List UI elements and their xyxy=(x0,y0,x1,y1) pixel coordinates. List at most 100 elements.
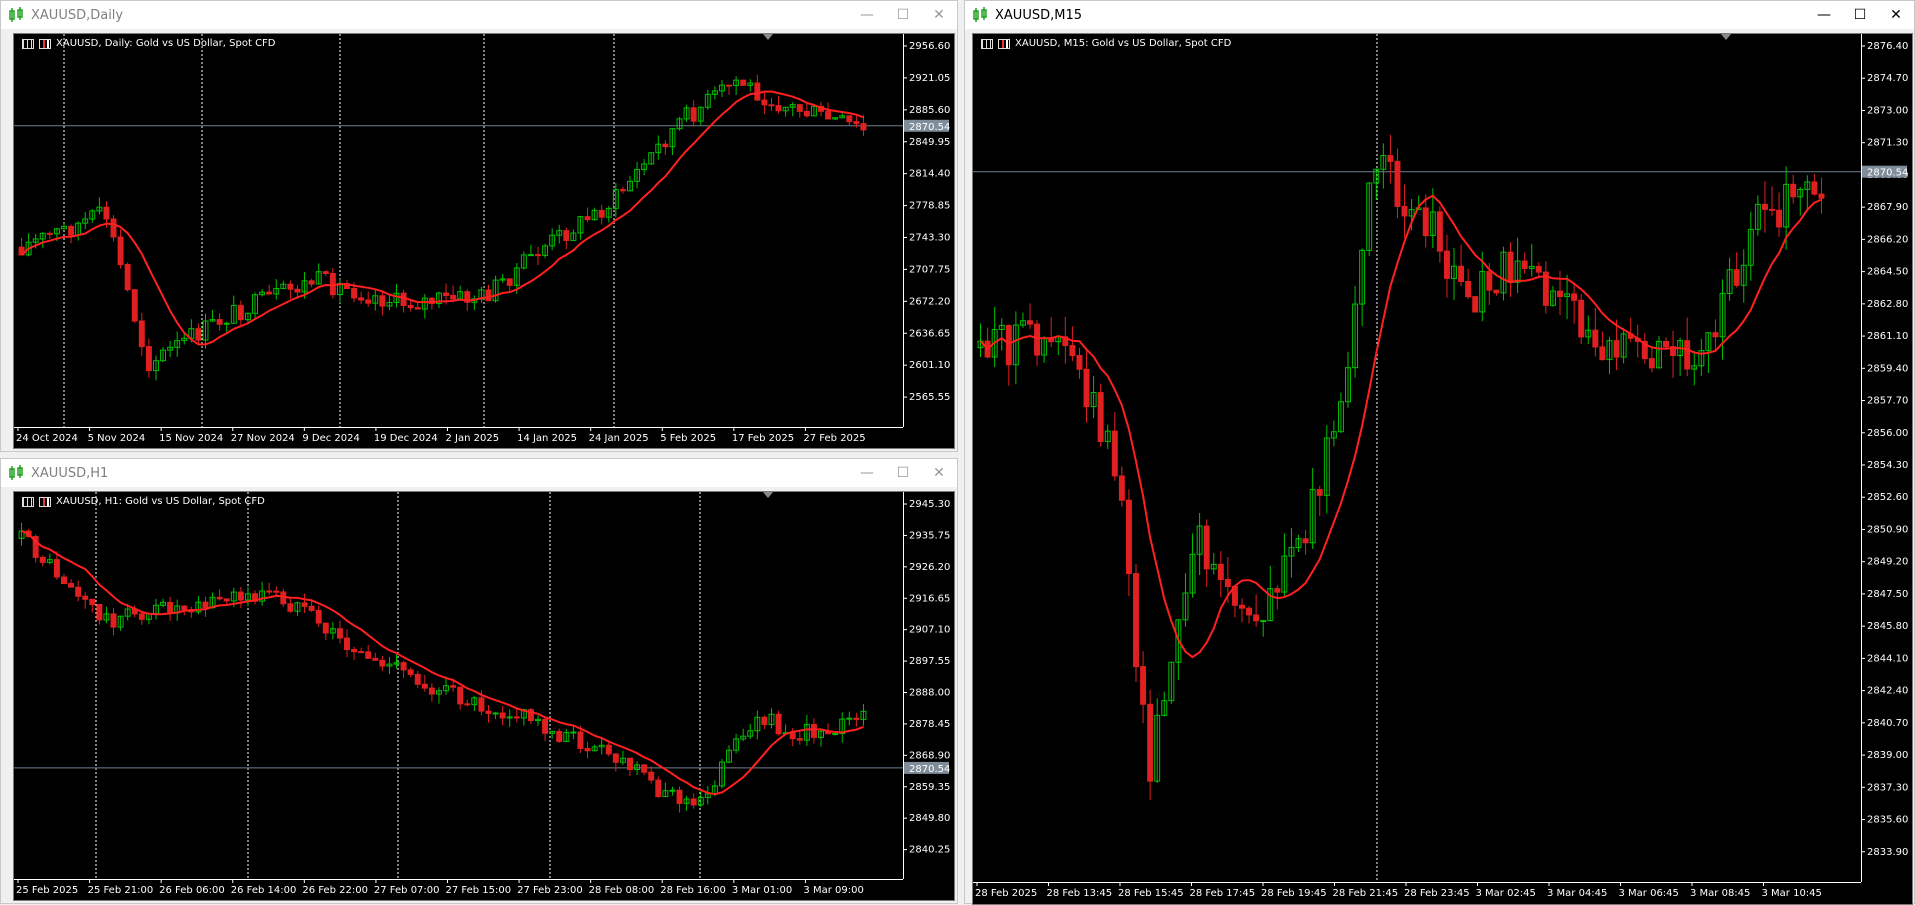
candle-body xyxy=(513,716,520,719)
candle-body xyxy=(1083,368,1090,408)
window-title: XAUUSD,Daily xyxy=(31,7,124,23)
chart-type-icon[interactable] xyxy=(39,496,51,507)
candle-body xyxy=(294,288,301,293)
candle-body xyxy=(1387,155,1394,162)
candle-body xyxy=(407,669,414,675)
candle-body xyxy=(138,613,145,620)
candle-body xyxy=(145,346,152,372)
price-tick-label: 2565.55 xyxy=(909,392,950,403)
candle-body xyxy=(110,218,117,238)
candle-body xyxy=(775,713,782,735)
current-price-label: 2870.54 xyxy=(1867,168,1908,179)
close-button[interactable]: ✕ xyxy=(921,1,957,29)
candle-body xyxy=(322,271,329,274)
candle-body xyxy=(110,613,117,628)
price-tick-label: 2907.10 xyxy=(909,625,950,636)
candle-body xyxy=(605,744,612,755)
m15-chart-area[interactable]: 2876.402874.702873.002871.302869.602867.… xyxy=(972,33,1913,905)
grid-toggle-icon[interactable] xyxy=(22,496,34,507)
close-button[interactable]: ✕ xyxy=(921,459,957,487)
candle-body xyxy=(131,289,138,322)
price-tick-label: 2873.00 xyxy=(1867,105,1908,116)
price-tick-label: 2857.70 xyxy=(1867,396,1908,407)
time-tick-label: 27 Feb 07:00 xyxy=(374,885,440,896)
candle-body xyxy=(1521,260,1528,269)
h1-titlebar[interactable]: XAUUSD,H1 — ☐ ✕ xyxy=(1,459,957,487)
candle-body xyxy=(1133,573,1139,668)
candle-body xyxy=(457,686,464,705)
price-tick-label: 2842.40 xyxy=(1867,686,1908,697)
candle-body xyxy=(1302,538,1309,544)
candle-body xyxy=(1274,588,1281,593)
time-tick-label: 9 Dec 2024 xyxy=(302,433,360,444)
candle-body xyxy=(1239,604,1245,609)
candle-body xyxy=(414,673,421,685)
candle-body xyxy=(754,82,761,101)
candle-body xyxy=(825,110,832,120)
maximize-button[interactable]: ☐ xyxy=(885,459,921,487)
candle-body xyxy=(1472,296,1479,313)
grid-toggle-icon[interactable] xyxy=(22,38,34,49)
price-tick-label: 2844.10 xyxy=(1867,653,1908,664)
time-tick-label: 3 Mar 01:00 xyxy=(732,885,792,896)
minimize-button[interactable]: — xyxy=(1806,1,1842,29)
chart-shift-marker[interactable] xyxy=(1721,34,1731,40)
daily-chart-window[interactable]: XAUUSD,Daily — ☐ ✕ 2956.60 2921.05 2885.60… xyxy=(0,0,958,452)
candle-body xyxy=(428,687,435,695)
time-tick-label: 27 Feb 15:00 xyxy=(446,885,512,896)
candle-body xyxy=(124,264,131,291)
close-button[interactable]: ✕ xyxy=(1878,1,1914,29)
candle-body xyxy=(1069,345,1076,357)
candle-body xyxy=(641,764,648,773)
h1-chart-area[interactable]: 2945.30 2935.75 2926.20 2916.65 2907.10 2897.… xyxy=(13,491,955,901)
candle-body xyxy=(202,601,209,609)
candle-body xyxy=(379,659,386,667)
price-tick-label: 2956.60 xyxy=(909,41,950,52)
chart-shift-marker[interactable] xyxy=(763,492,773,498)
price-tick-label: 2839.00 xyxy=(1867,750,1908,761)
time-tick-label: 26 Feb 06:00 xyxy=(159,885,225,896)
time-tick-label: 28 Feb 17:45 xyxy=(1190,888,1256,899)
candle-body xyxy=(301,602,308,607)
time-tick-label: 17 Feb 2025 xyxy=(732,433,794,444)
candle-body xyxy=(336,628,343,639)
candle-body xyxy=(584,747,591,752)
minimize-button[interactable]: — xyxy=(849,459,885,487)
candle-body xyxy=(690,107,697,122)
candle-body xyxy=(803,110,810,117)
candle-body xyxy=(598,209,605,218)
price-tick-label: 2866.20 xyxy=(1867,234,1908,245)
daily-chart-area[interactable]: 2956.60 2921.05 2885.60 2849.95 2814.40 2778.… xyxy=(13,33,955,449)
candle-body xyxy=(853,717,860,720)
candle-body xyxy=(344,637,350,650)
candle-body xyxy=(1436,211,1443,252)
candle-body xyxy=(1507,251,1514,283)
price-tick-label: 2885.60 xyxy=(909,105,950,116)
candle-body xyxy=(761,99,768,106)
chart-shift-marker[interactable] xyxy=(763,34,773,40)
candle-body xyxy=(662,143,669,148)
maximize-button[interactable]: ☐ xyxy=(885,1,921,29)
time-tick-label: 26 Feb 22:00 xyxy=(302,885,368,896)
m15-titlebar[interactable]: XAUUSD,M15 — ☐ ✕ xyxy=(965,1,1914,29)
candle-body xyxy=(768,104,775,107)
moving-average-line xyxy=(979,194,1822,659)
minimize-button[interactable]: — xyxy=(849,1,885,29)
time-tick-label: 28 Feb 19:45 xyxy=(1261,888,1327,899)
moving-average-line xyxy=(21,530,864,796)
daily-titlebar[interactable]: XAUUSD,Daily — ☐ ✕ xyxy=(1,1,957,29)
price-tick-label: 2888.00 xyxy=(909,688,950,699)
candle-body xyxy=(1465,280,1472,298)
m15-chart-window[interactable]: XAUUSD,M15 — ☐ ✕ 2876.40 2874.70 2873.00 28… xyxy=(964,0,1915,905)
grid-toggle-icon[interactable] xyxy=(981,38,993,49)
candle-body xyxy=(287,603,294,612)
h1-chart-window[interactable]: XAUUSD,H1 — ☐ ✕ 2945.30 2935.75 2926.20 291… xyxy=(0,458,958,904)
price-tick-label: 2601.10 xyxy=(909,360,950,371)
chart-type-icon[interactable] xyxy=(39,38,51,49)
price-tick-label: 2672.20 xyxy=(909,296,950,307)
candle-body xyxy=(832,733,839,736)
maximize-button[interactable]: ☐ xyxy=(1842,1,1878,29)
candle-body xyxy=(89,598,96,605)
chart-type-icon[interactable] xyxy=(998,38,1010,49)
candle-body xyxy=(1076,355,1083,370)
